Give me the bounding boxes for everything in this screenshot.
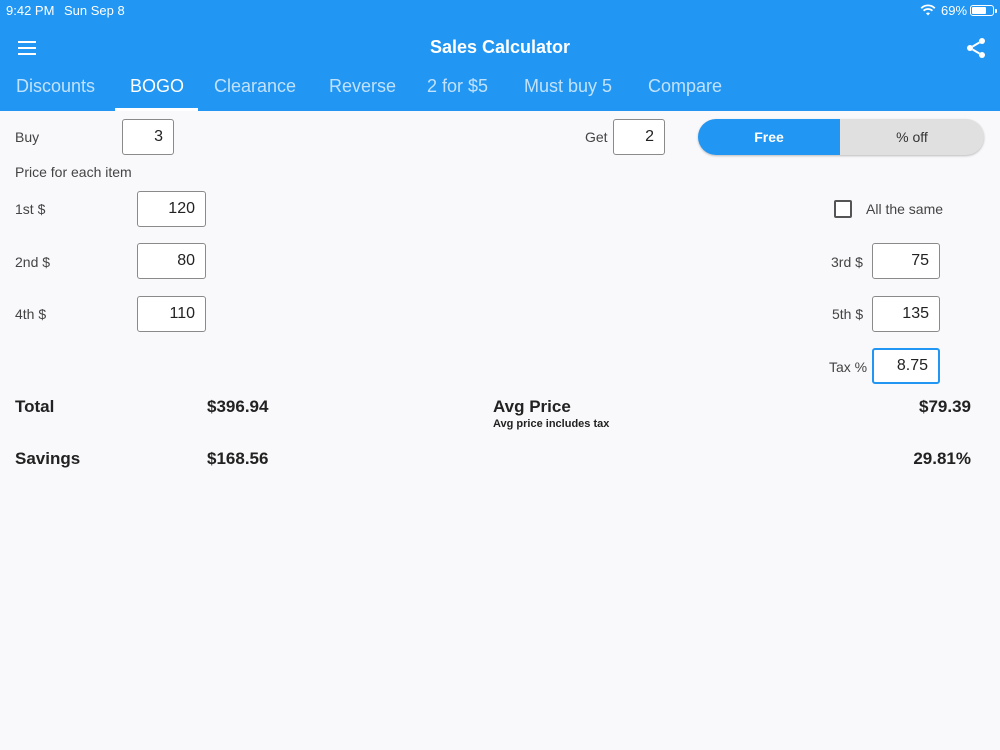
second-item-label: 2nd $ bbox=[15, 254, 51, 270]
get-label: Get bbox=[585, 129, 608, 145]
status-date: Sun Sep 8 bbox=[64, 3, 125, 18]
get-quantity-input[interactable]: 2 bbox=[613, 119, 665, 155]
avg-price-note: Avg price includes tax bbox=[493, 418, 610, 430]
page-title: Sales Calculator bbox=[429, 37, 571, 57]
tax-label: Tax % bbox=[829, 359, 868, 375]
savings-label: Savings bbox=[15, 449, 81, 468]
app-header: 9:42 PM Sun Sep 8 69% Sales Calculator D… bbox=[0, 0, 1000, 111]
first-item-price-input[interactable]: 120 bbox=[137, 191, 206, 227]
third-item-price-input[interactable]: 75 bbox=[872, 243, 940, 279]
tab-must-buy-5[interactable]: Must buy 5 bbox=[524, 76, 612, 97]
fourth-item-label: 4th $ bbox=[15, 306, 47, 322]
discount-mode-toggle: Free % off bbox=[698, 119, 984, 155]
mode-percent-off-button[interactable]: % off bbox=[840, 119, 984, 155]
buy-quantity-input[interactable]: 3 bbox=[122, 119, 174, 155]
buy-label: Buy bbox=[15, 129, 40, 145]
tax-percent-input[interactable]: 8.75 bbox=[872, 348, 940, 384]
second-item-price-input[interactable]: 80 bbox=[137, 243, 206, 279]
total-label: Total bbox=[15, 397, 55, 416]
savings-value: $168.56 bbox=[207, 449, 269, 468]
fifth-item-label: 5th $ bbox=[832, 306, 864, 322]
wifi-icon bbox=[920, 4, 936, 16]
savings-percent: 29.81% bbox=[913, 449, 971, 468]
share-icon[interactable] bbox=[964, 36, 988, 60]
battery-icon bbox=[970, 5, 997, 16]
total-value: $396.94 bbox=[207, 397, 269, 416]
active-tab-indicator bbox=[115, 108, 198, 111]
fifth-item-price-input[interactable]: 135 bbox=[872, 296, 940, 332]
price-heading: Price for each item bbox=[15, 164, 132, 180]
tab-reverse[interactable]: Reverse bbox=[329, 76, 396, 97]
tab-bar: Discounts BOGO Clearance Reverse 2 for $… bbox=[0, 70, 1000, 111]
all-same-label: All the same bbox=[866, 201, 944, 217]
third-item-label: 3rd $ bbox=[831, 254, 863, 270]
avg-price-value: $79.39 bbox=[919, 397, 971, 416]
tab-compare[interactable]: Compare bbox=[648, 76, 722, 97]
battery-fill bbox=[972, 7, 986, 14]
mode-free-button[interactable]: Free bbox=[698, 119, 840, 155]
battery-percent: 69% bbox=[941, 3, 968, 18]
fourth-item-price-input[interactable]: 110 bbox=[137, 296, 206, 332]
tab-clearance[interactable]: Clearance bbox=[214, 76, 296, 97]
first-item-label: 1st $ bbox=[15, 201, 46, 217]
tab-bogo[interactable]: BOGO bbox=[130, 76, 184, 97]
status-time: 9:42 PM bbox=[6, 3, 55, 18]
all-same-checkbox[interactable] bbox=[834, 200, 852, 218]
tab-2-for-5[interactable]: 2 for $5 bbox=[427, 76, 488, 97]
avg-price-label: Avg Price bbox=[493, 397, 571, 416]
status-bar: 9:42 PM Sun Sep 8 69% bbox=[0, 0, 1000, 22]
tab-discounts[interactable]: Discounts bbox=[16, 76, 95, 97]
